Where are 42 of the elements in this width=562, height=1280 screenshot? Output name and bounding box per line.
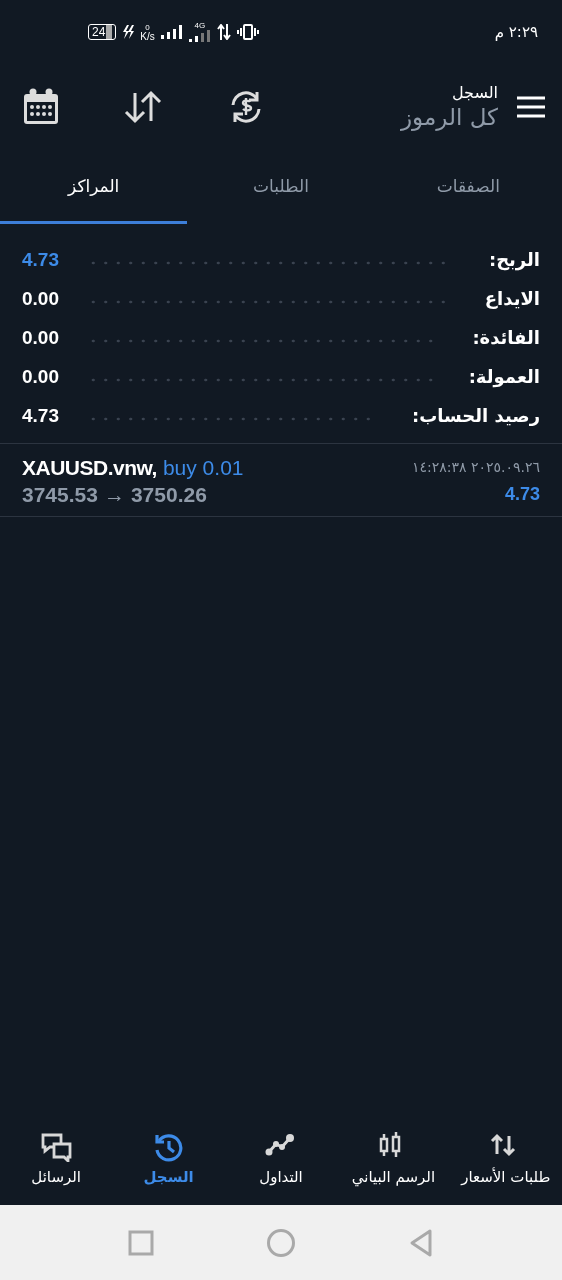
- clock-time: ٢:٢٩ م: [494, 23, 538, 41]
- menu-icon[interactable]: [516, 96, 546, 118]
- battery-level: 24: [92, 26, 106, 38]
- vibrate-icon: [236, 24, 259, 40]
- signal-icon: [188, 30, 211, 42]
- chat-icon: [40, 1132, 73, 1162]
- history-icon: [152, 1132, 185, 1162]
- nav-tab[interactable]: السجل: [112, 1132, 225, 1186]
- summary-label: الربح:: [488, 249, 540, 270]
- screen-title: السجل: [451, 82, 498, 102]
- summary-value: 0.00: [22, 326, 59, 349]
- summary-label: رصيد الحساب:: [411, 405, 540, 426]
- data-transfer-icon: [216, 24, 231, 40]
- calendar-icon[interactable]: [22, 88, 60, 126]
- summary-value: 4.73: [22, 248, 59, 271]
- charging-icon: [122, 25, 135, 39]
- trade-profit: 4.73: [504, 483, 540, 506]
- summary-value: 4.73: [22, 404, 59, 427]
- speed-value: 0: [145, 23, 150, 32]
- symbol-name: XAUUSD.vnw,: [22, 455, 157, 481]
- nav-tab[interactable]: طلبات الأسعار: [449, 1132, 562, 1186]
- nav-tab[interactable]: الرسائل: [0, 1132, 113, 1186]
- speed-unit: K/s: [140, 32, 155, 41]
- sort-arrows-icon[interactable]: [124, 90, 162, 124]
- arrow-glyph: →: [103, 482, 125, 508]
- close-price: 3750.26: [130, 482, 207, 508]
- summary-value: 0.00: [22, 365, 59, 388]
- nav-tab[interactable]: التداول: [224, 1132, 338, 1186]
- tab[interactable]: الصفقات: [374, 150, 562, 224]
- summary-value: 0.00: [22, 287, 59, 310]
- trade-time: ٢٠٢٥.٠٩.٢٦ ١٤:٢٨:٣٨: [411, 458, 540, 477]
- signal-icon: [160, 25, 183, 39]
- symbol-filter[interactable]: كل الرموز: [400, 101, 498, 132]
- summary-label: العمولة:: [468, 366, 540, 387]
- open-price: 3745.53: [22, 482, 98, 508]
- trade-side: buy 0.01: [162, 455, 244, 481]
- network-type: 4G: [194, 22, 206, 30]
- summary-label: الايداع: [484, 288, 540, 309]
- nav-tab[interactable]: الرسم البياني: [337, 1132, 450, 1186]
- summary-label: الفائدة:: [472, 327, 540, 348]
- tab[interactable]: الطلبات: [187, 150, 375, 224]
- tab[interactable]: المراكز: [0, 150, 188, 224]
